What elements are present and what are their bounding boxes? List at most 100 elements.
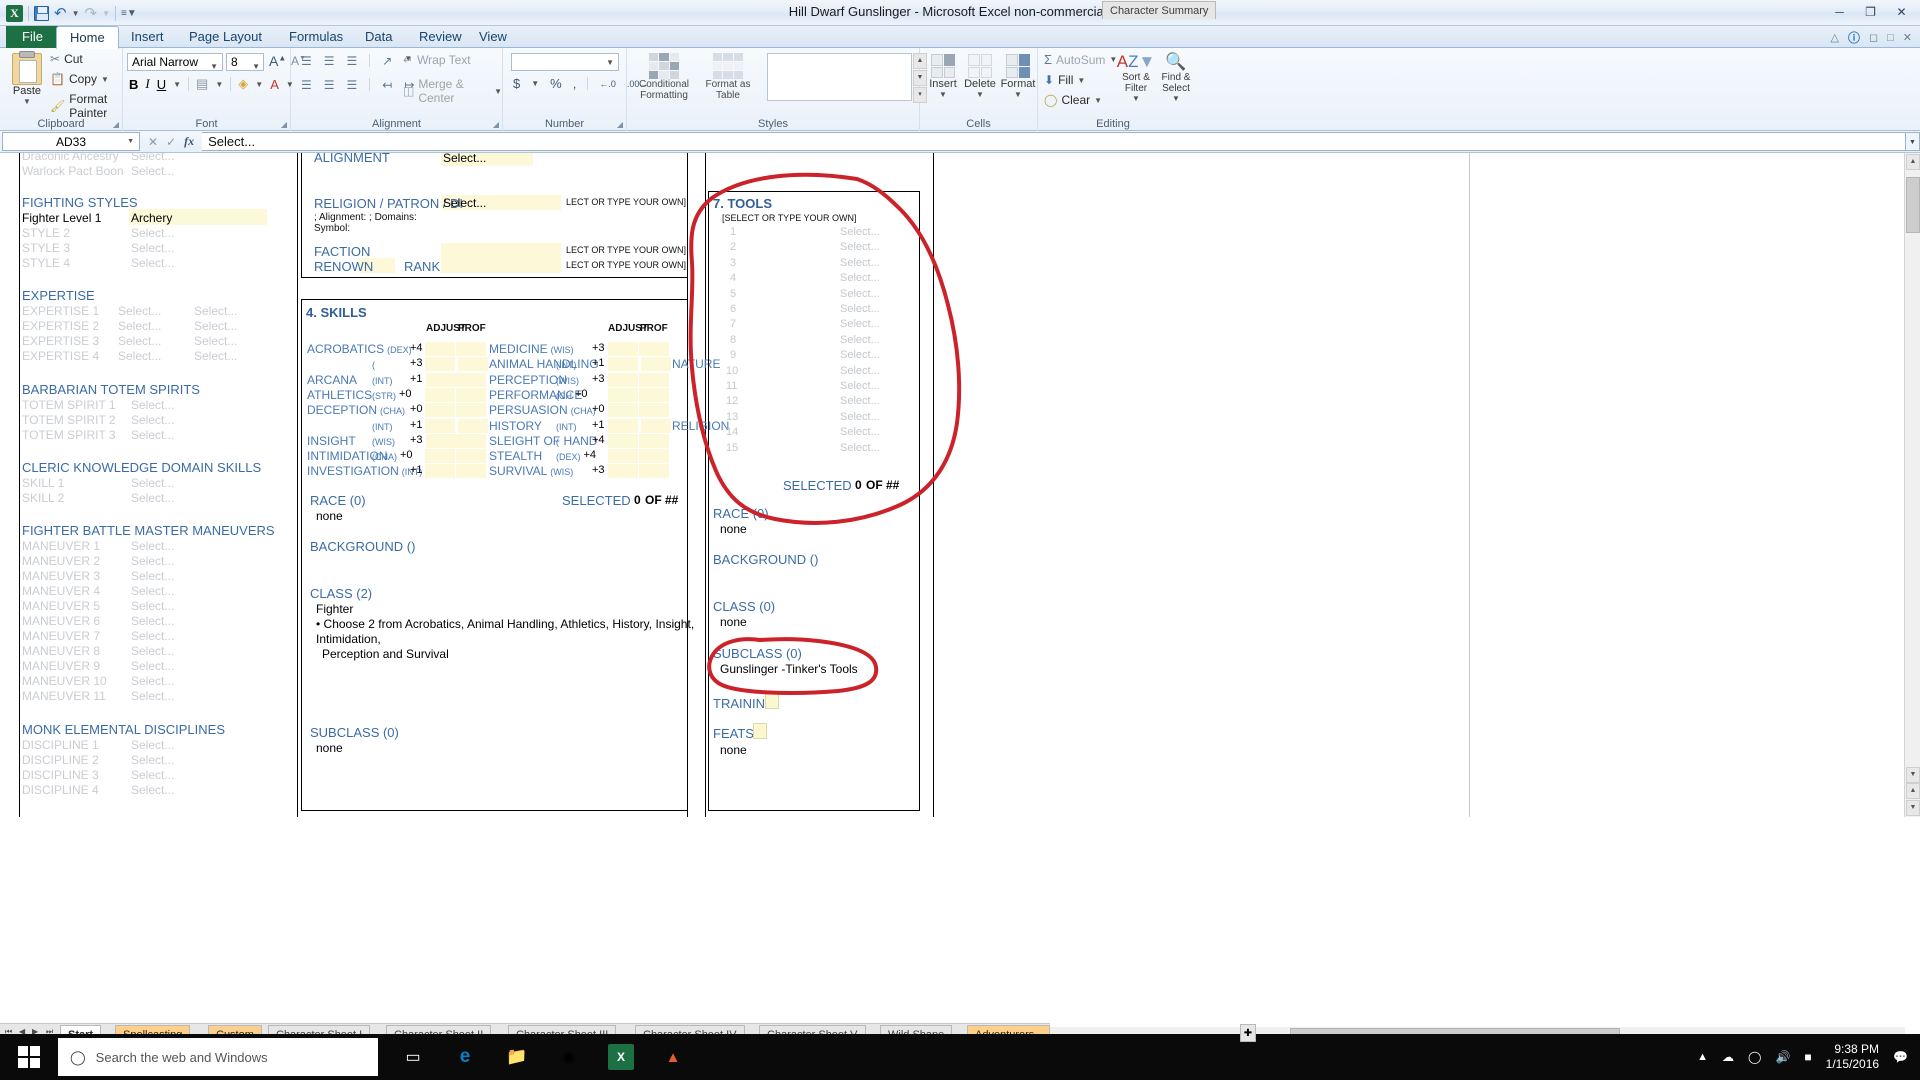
tool-row-value[interactable]: Select... (840, 395, 880, 407)
bold-button[interactable]: B (129, 77, 138, 92)
format-painter-button[interactable]: 🖌 Format Painter (50, 92, 122, 120)
fill-button[interactable]: ⬇ Fill ▼ (1044, 73, 1117, 87)
maneuver-5-value[interactable]: Select... (131, 599, 174, 613)
borders-icon[interactable]: ▤ (196, 76, 208, 92)
minimize-ribbon-icon[interactable]: △ (1831, 31, 1839, 44)
skill-right-prof-cell[interactable] (639, 464, 669, 479)
fill-color-icon[interactable]: ◈ (238, 76, 248, 92)
skill-left-prof-cell[interactable] (456, 403, 486, 418)
cleric-skill-1-value[interactable]: Select... (131, 476, 174, 490)
expertise-3-value-2[interactable]: Select... (194, 334, 237, 348)
chrome-icon[interactable]: ◉ (556, 1044, 582, 1070)
skill-right-prof-cell[interactable] (639, 342, 669, 356)
skill-left-prof-cell[interactable] (456, 342, 486, 356)
increase-font-size-icon[interactable]: A▲ (269, 53, 286, 69)
tool-row-value[interactable]: Select... (840, 380, 880, 392)
borders-dropdown-icon[interactable]: ▼ (215, 80, 223, 89)
maneuver-10-value[interactable]: Select... (131, 674, 174, 688)
warlock-pact-boon-value[interactable]: Select... (131, 164, 174, 178)
skill-right-adjust-cell[interactable] (607, 372, 638, 387)
battery-icon[interactable]: ■ (1804, 1050, 1811, 1064)
skill-left-prof-cell[interactable] (456, 433, 486, 448)
skill-left-prof-cell[interactable] (456, 372, 486, 387)
style-4-value[interactable]: Select... (131, 256, 174, 270)
format-cells-button[interactable]: Format ▼ (1000, 54, 1036, 99)
increase-decimal-icon[interactable]: ←.0 (599, 79, 616, 89)
window-controls[interactable]: ─ ❐ ✕ (1825, 2, 1916, 22)
cell-styles-gallery[interactable] (767, 53, 912, 101)
tool-row-value[interactable]: Select... (840, 257, 880, 269)
network-icon[interactable]: ◯ (1748, 1050, 1761, 1064)
tab-review[interactable]: Review (406, 26, 475, 48)
onedrive-icon[interactable]: ☁ (1722, 1050, 1734, 1064)
skill-right-prof-cell[interactable] (639, 372, 669, 387)
discipline-1-value[interactable]: Select... (131, 738, 174, 752)
currency-dropdown-icon[interactable]: ▼ (531, 79, 539, 88)
training-input[interactable] (765, 693, 779, 709)
worksheet-area[interactable]: Druid Land Origin Select... Draconic Anc… (0, 153, 1920, 817)
orientation-icon[interactable]: ↗ (382, 54, 392, 68)
cut-button[interactable]: ✂ Cut (50, 52, 122, 66)
totem-spirit-1-value[interactable]: Select... (131, 398, 174, 412)
copy-dropdown-icon[interactable]: ▼ (101, 75, 109, 84)
skill-right-prof-cell[interactable] (639, 387, 669, 402)
copy-button[interactable]: 📋 Copy ▼ (50, 72, 122, 86)
maneuver-7-value[interactable]: Select... (131, 629, 174, 643)
find-select-dropdown-icon[interactable]: ▼ (1156, 94, 1196, 103)
style-2-value[interactable]: Select... (131, 226, 174, 240)
enter-formula-icon[interactable]: ✓ (166, 135, 176, 149)
totem-spirit-3-value[interactable]: Select... (131, 428, 174, 442)
number-dialog-launcher[interactable]: ◢ (617, 120, 623, 129)
formula-input[interactable]: Select... (202, 132, 1906, 151)
clear-dropdown-icon[interactable]: ▼ (1094, 96, 1102, 105)
font-dialog-launcher[interactable]: ◢ (281, 120, 287, 129)
search-box[interactable]: ◯ Search the web and Windows (58, 1038, 378, 1076)
help-icon[interactable]: ⓘ (1848, 29, 1860, 46)
name-box[interactable]: AD33 ▼ (2, 132, 140, 151)
skill-right-prof-cell[interactable] (641, 357, 671, 372)
maneuver-8-value[interactable]: Select... (131, 644, 174, 658)
sheet-tab-character-summary[interactable]: Character Summary (1102, 1, 1217, 19)
restore-window-icon[interactable]: ◻ (1869, 31, 1878, 44)
tool-row-value[interactable]: Select... (840, 288, 880, 300)
maneuver-2-value[interactable]: Select... (131, 554, 174, 568)
close-workbook-icon[interactable]: ✕ (1903, 31, 1912, 44)
scroll-up-button[interactable]: ▲ (1906, 154, 1920, 170)
sort-filter-dropdown-icon[interactable]: ▼ (1116, 94, 1156, 103)
tool-row-value[interactable]: Select... (840, 226, 880, 238)
skill-left-adjust-cell[interactable] (425, 464, 455, 479)
wrap-text-button[interactable]: ↵ Wrap Text (403, 53, 471, 67)
close-button[interactable]: ✕ (1887, 2, 1916, 22)
merge-dropdown-icon[interactable]: ▼ (494, 87, 502, 96)
expertise-2-value-2[interactable]: Select... (194, 319, 237, 333)
skill-left-adjust-cell[interactable] (425, 387, 455, 402)
underline-button[interactable]: U (157, 77, 166, 92)
edge-icon[interactable]: e (452, 1044, 478, 1070)
expertise-1-value-1[interactable]: Select... (118, 304, 161, 318)
action-center-icon[interactable]: 💬 (1893, 1050, 1908, 1064)
previous-page-button[interactable]: ▲ (1906, 783, 1920, 799)
format-as-table-button[interactable]: Format as Table (703, 53, 753, 101)
skill-right-adjust-cell[interactable] (608, 464, 638, 479)
conditional-formatting-button[interactable]: Conditional Formatting (637, 53, 691, 101)
discipline-2-value[interactable]: Select... (131, 753, 174, 767)
maneuver-9-value[interactable]: Select... (131, 659, 174, 673)
number-format-select[interactable]: ▼ (511, 53, 619, 71)
task-view-icon[interactable]: ▭ (400, 1044, 426, 1070)
maximize-button[interactable]: ❐ (1856, 2, 1885, 22)
scroll-down-button[interactable]: ▼ (1906, 767, 1920, 783)
expertise-3-value-1[interactable]: Select... (118, 334, 161, 348)
skill-right-prof-cell[interactable] (641, 418, 671, 433)
sort-filter-button[interactable]: AZ▼ Sort & Filter ▼ (1116, 52, 1156, 103)
expertise-2-value-1[interactable]: Select... (118, 319, 161, 333)
religion-value[interactable]: Select... (443, 196, 486, 210)
merge-center-button[interactable]: ◫ Merge & Center ▼ (403, 77, 502, 105)
style-3-value[interactable]: Select... (131, 241, 174, 255)
maneuver-6-value[interactable]: Select... (131, 614, 174, 628)
tab-page-layout[interactable]: Page Layout (176, 26, 275, 48)
show-hidden-icons-icon[interactable]: ▲ (1697, 1051, 1708, 1063)
maximize-window-icon[interactable]: □ (1887, 32, 1894, 44)
skill-right-prof-cell[interactable] (639, 433, 669, 448)
start-button[interactable] (0, 1034, 58, 1080)
skill-left-prof-cell[interactable] (456, 449, 486, 464)
